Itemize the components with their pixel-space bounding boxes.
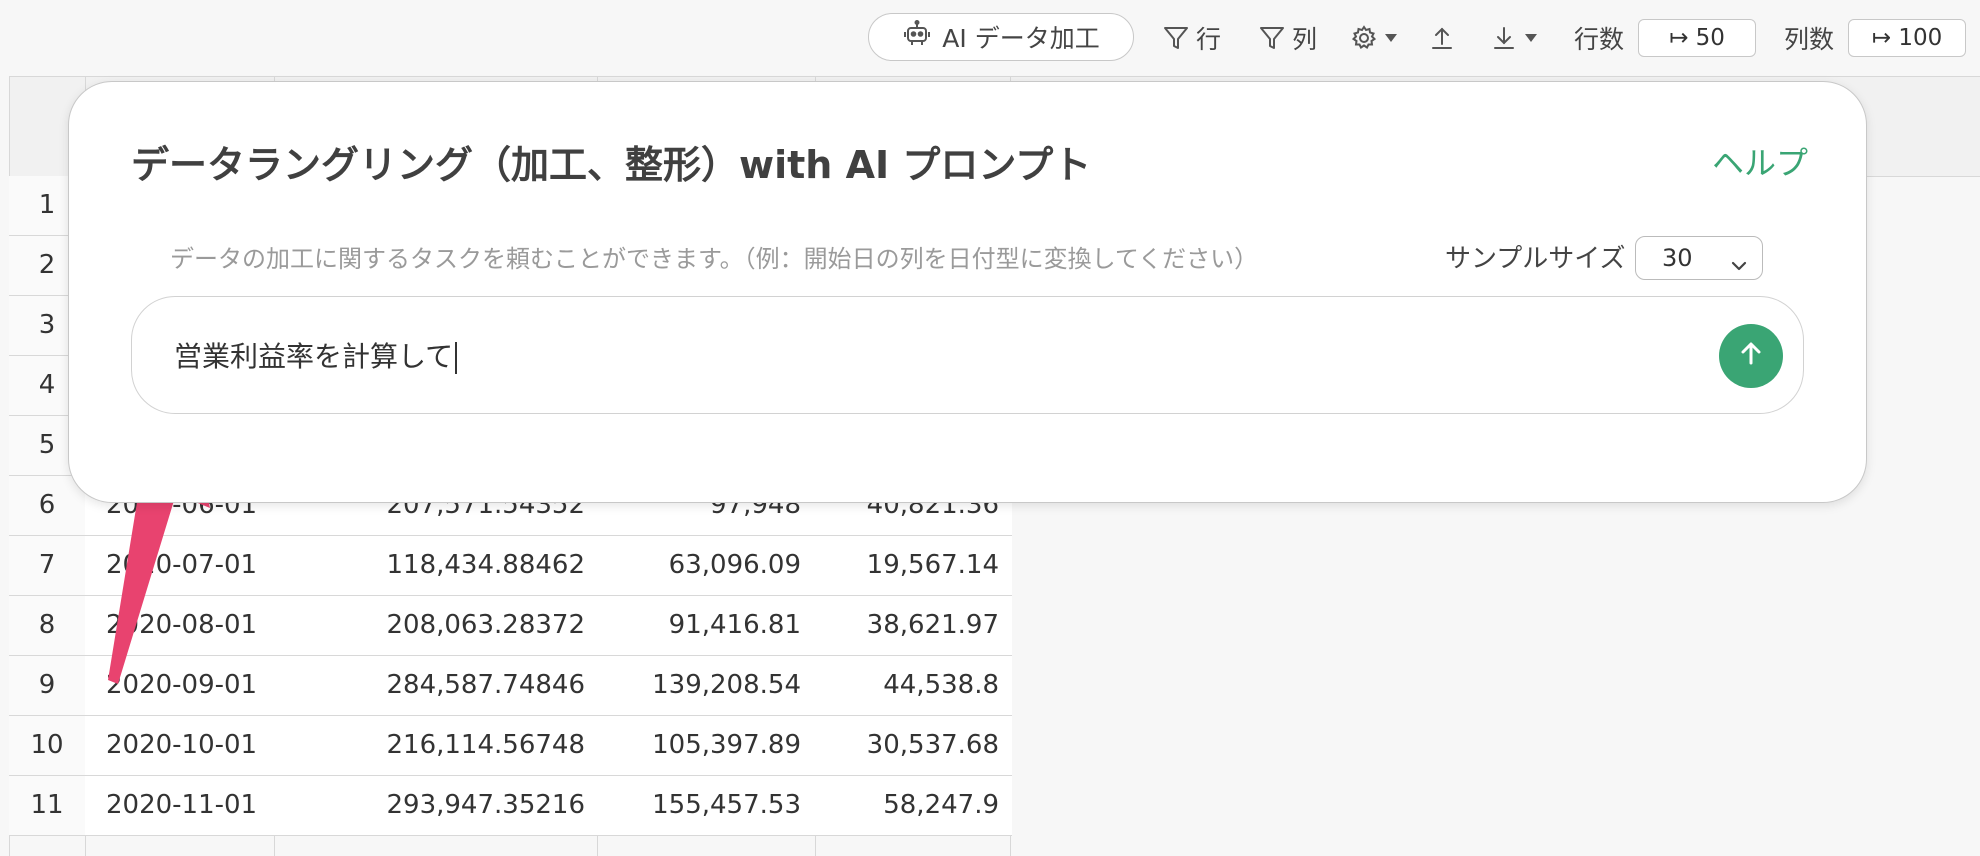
value-cell[interactable]: 63,096.09 [606, 536, 801, 595]
ai-button-label: AI データ加工 [942, 24, 1100, 53]
date-cell[interactable]: 2020-07-01 [106, 536, 257, 595]
row-number-cell[interactable]: 8 [9, 596, 85, 655]
dialog-title: データラングリング（加工、整形）with AI プロンプト [131, 143, 1092, 187]
download-icon [1490, 24, 1518, 52]
table-row: 9 2020-09-01 284,587.74846 139,208.54 44,538… [9, 656, 1012, 716]
arrow-up-icon [1736, 339, 1766, 373]
ai-data-processing-button[interactable]: AI データ加工 [868, 13, 1134, 61]
upload-icon [1428, 24, 1456, 52]
gear-icon [1350, 24, 1378, 52]
table-row: 10 2020-10-01 216,114.56748 105,397.89 30,53… [9, 716, 1012, 776]
filter-columns-button[interactable]: 列 [1258, 18, 1317, 58]
settings-menu-button[interactable] [1350, 18, 1398, 58]
table-row: 11 2020-11-01 293,947.35216 155,457.53 58,24… [9, 776, 1012, 836]
toolbar: AI データ加工 行 列 行数 ↦ 50 列数 ↦ 100 [0, 0, 1980, 76]
sample-size-select[interactable]: 30 [1635, 236, 1763, 280]
ai-prompt-dialog: データラングリング（加工、整形）with AI プロンプト ヘルプ データの加工… [68, 81, 1867, 503]
prompt-input-text: 営業利益率を計算して [174, 340, 454, 373]
value-cell[interactable]: 19,567.14 [824, 536, 999, 595]
filter-columns-label: 列 [1292, 25, 1318, 54]
row-number-cell[interactable]: 7 [9, 536, 85, 595]
prompt-input-text-wrap: 営業利益率を計算して [174, 335, 458, 375]
row-number-cell[interactable]: 9 [9, 656, 85, 715]
value-cell[interactable]: 118,434.88462 [289, 536, 586, 595]
value-cell[interactable]: 105,397.89 [606, 716, 801, 775]
value-cell[interactable]: 208,063.28372 [289, 596, 586, 655]
date-cell[interactable]: 2020-10-01 [106, 716, 257, 775]
prompt-input[interactable]: 営業利益率を計算して [131, 296, 1804, 414]
sample-size-value: 30 [1662, 244, 1693, 272]
value-cell[interactable]: 91,416.81 [606, 596, 801, 655]
upload-button[interactable] [1428, 18, 1456, 58]
send-button[interactable] [1719, 324, 1783, 388]
value-cell[interactable]: 216,114.56748 [289, 716, 586, 775]
filter-rows-button[interactable]: 行 [1162, 18, 1221, 58]
row-count-label: 行数 [1574, 25, 1625, 54]
date-cell[interactable]: 2020-08-01 [106, 596, 257, 655]
caret-down-icon [1524, 33, 1538, 43]
help-link[interactable]: ヘルプ [1712, 138, 1808, 184]
column-count-label: 列数 [1784, 25, 1835, 54]
download-menu-button[interactable] [1490, 18, 1538, 58]
date-cell[interactable]: 2020-09-01 [106, 656, 257, 715]
filter-icon [1162, 24, 1190, 52]
text-caret [455, 342, 458, 374]
filter-rows-label: 行 [1196, 25, 1222, 54]
value-cell[interactable]: 293,947.35216 [289, 776, 586, 835]
value-cell[interactable]: 38,621.97 [824, 596, 999, 655]
value-cell[interactable]: 44,538.8 [824, 656, 999, 715]
row-number-cell[interactable]: 6 [9, 476, 85, 535]
chevron-down-icon [1730, 251, 1748, 279]
row-count-button[interactable]: ↦ 50 [1638, 19, 1756, 57]
value-cell[interactable]: 284,587.74846 [289, 656, 586, 715]
row-number-cell[interactable]: 11 [9, 776, 85, 835]
value-cell[interactable]: 155,457.53 [606, 776, 801, 835]
prompt-hint: データの加工に関するタスクを頼むことができます。（例：開始日の列を日付型に変換し… [170, 245, 1259, 273]
value-cell[interactable]: 58,247.9 [824, 776, 999, 835]
caret-down-icon [1384, 33, 1398, 43]
date-cell[interactable]: 2020-11-01 [106, 776, 257, 835]
filter-icon [1258, 24, 1286, 52]
robot-icon [902, 19, 932, 55]
grid-border [9, 76, 1980, 77]
column-count-button[interactable]: ↦ 100 [1848, 19, 1966, 57]
table-row: 7 2020-07-01 118,434.88462 63,096.09 19,567.… [9, 536, 1012, 596]
row-number-cell[interactable]: 10 [9, 716, 85, 775]
value-cell[interactable]: 139,208.54 [606, 656, 801, 715]
table-row: 8 2020-08-01 208,063.28372 91,416.81 38,621.… [9, 596, 1012, 656]
sample-size-label: サンプルサイズ [1445, 244, 1626, 274]
value-cell[interactable]: 30,537.68 [824, 716, 999, 775]
